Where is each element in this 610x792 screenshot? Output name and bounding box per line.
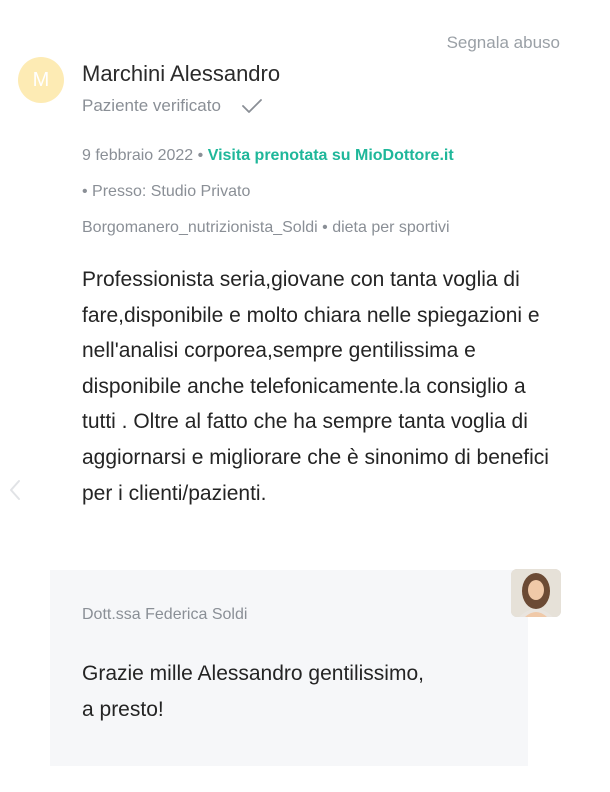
chevron-left-icon[interactable] [8,478,22,502]
review-body: Professionista seria,giovane con tanta v… [82,268,549,505]
report-abuse-link[interactable]: Segnala abuso [447,33,560,53]
verified-label: Paziente verificato [82,96,221,115]
reply-author: Dott.ssa Federica Soldi [82,606,248,623]
doctor-avatar [511,569,561,617]
visit-date: 9 febbraio 2022 [82,147,194,164]
visit-location: • Presso: Studio Privato [82,183,251,200]
reply-line-1: Grazie mille Alessandro gentilissimo, [82,662,424,685]
reply-text: Grazie mille Alessandro gentilissimo, a … [82,656,502,727]
reviewer-avatar: M [18,57,64,103]
check-icon [242,99,262,113]
visit-meta: 9 febbraio 2022 • Visita prenotata su Mi… [82,147,454,165]
reply-line-2: a presto! [82,697,164,721]
meta-separator: • [193,147,208,164]
verified-status: Paziente verificato [82,96,263,116]
visit-service: Borgomanero_nutrizionista_Soldi • dieta … [82,219,450,236]
booking-badge: Visita prenotata su MioDottore.it [207,147,454,164]
avatar-initial: M [32,68,50,91]
review-card: Segnala abuso M Marchini Alessandro Pazi… [0,0,610,792]
reviewer-name: Marchini Alessandro [82,61,281,86]
